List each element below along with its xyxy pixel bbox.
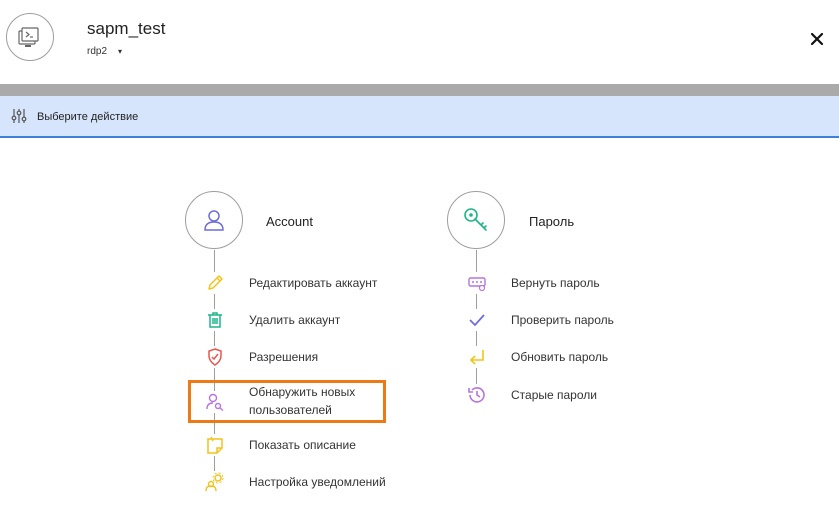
password-return-icon [466,272,488,294]
enter-arrow-icon [466,346,488,368]
password-group-icon [447,191,505,249]
old-passwords-item[interactable] [466,381,488,409]
edit-account-label[interactable]: Редактировать аккаунт [249,274,377,292]
edit-account-item[interactable] [204,269,226,297]
return-password-item[interactable] [466,269,488,297]
pencil-icon [204,272,226,294]
action-bar-label: Выберите действие [37,111,139,123]
checkmark-icon [466,309,488,331]
action-bar: Выберите действие [0,96,839,138]
delete-account-item[interactable] [204,306,226,334]
show-description-label[interactable]: Показать описание [249,436,356,454]
key-icon [464,208,487,231]
close-button[interactable] [806,28,828,50]
sliders-icon [11,109,27,123]
account-group-icon [185,191,243,249]
return-password-label[interactable]: Вернуть пароль [511,274,600,292]
header-divider [0,84,839,96]
caret-down-icon: ▾ [118,47,123,56]
show-description-item[interactable] [204,431,226,459]
user-gear-icon [204,471,226,493]
terminal-stack-icon [6,13,54,61]
trash-icon [204,309,226,331]
password-group-title: Пароль [529,214,575,229]
account-dropdown[interactable]: rdp2 ▾ [87,46,122,57]
selection-highlight [188,380,386,423]
account-group-title: Account [266,214,313,229]
history-icon [466,384,488,406]
check-password-item[interactable] [466,306,488,334]
notification-settings-label[interactable]: Настройка уведомлений [249,473,386,491]
permissions-item[interactable] [204,343,226,371]
dialog-header: sapm_test rdp2 ▾ [0,0,839,84]
notification-settings-item[interactable] [204,468,226,496]
update-password-label[interactable]: Обновить пароль [511,348,608,366]
account-dropdown-value: rdp2 [87,46,108,57]
update-password-item[interactable] [466,343,488,371]
shield-check-icon [204,346,226,368]
sticky-note-icon [204,434,226,456]
close-icon [810,32,824,46]
delete-account-label[interactable]: Удалить аккаунт [249,311,340,329]
user-icon [204,210,224,231]
permissions-label[interactable]: Разрешения [249,348,318,366]
check-password-label[interactable]: Проверить пароль [511,311,614,329]
old-passwords-label[interactable]: Старые пароли [511,386,597,404]
page-title: sapm_test [87,19,166,38]
